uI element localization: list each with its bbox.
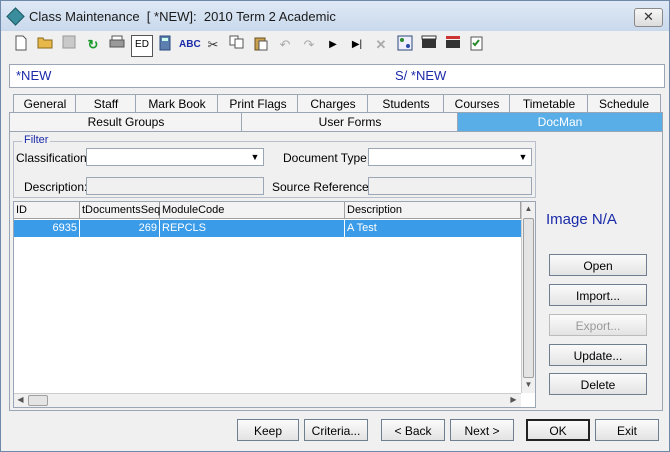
source-reference-label: Source Reference: bbox=[272, 180, 373, 194]
delete-button[interactable]: Delete bbox=[549, 373, 647, 395]
paste-icon[interactable] bbox=[251, 35, 271, 55]
copy-icon[interactable] bbox=[227, 35, 247, 55]
horizontal-scrollbar[interactable]: ◀ ▶ bbox=[14, 393, 521, 407]
exit-button[interactable]: Exit bbox=[595, 419, 659, 441]
document-type-select[interactable]: ▼ bbox=[368, 148, 532, 166]
chevron-down-icon[interactable]: ▼ bbox=[248, 150, 262, 164]
horizontal-scroll-thumb[interactable] bbox=[28, 395, 48, 406]
clapboard-icon[interactable] bbox=[419, 35, 439, 55]
play-icon[interactable]: ▶ bbox=[323, 35, 343, 55]
print-icon[interactable] bbox=[107, 35, 127, 55]
window-title: Class Maintenance [ *NEW]: 2010 Term 2 A… bbox=[29, 9, 336, 24]
source-reference-input[interactable] bbox=[368, 177, 532, 195]
tab-schedule[interactable]: Schedule bbox=[587, 94, 661, 113]
tab-courses[interactable]: Courses bbox=[443, 94, 511, 113]
skip-end-icon[interactable]: ▶| bbox=[347, 35, 367, 55]
column-header-description[interactable]: Description bbox=[345, 202, 521, 219]
record-key-left: *NEW bbox=[16, 68, 52, 83]
redo-icon: ↷ bbox=[303, 37, 315, 52]
next-button[interactable]: Next > bbox=[450, 419, 514, 441]
cell-description: A Test bbox=[347, 222, 377, 234]
record-key-right: S/ *NEW bbox=[395, 68, 447, 83]
toolbar: ↻ ED ABC ✂ ↶ ↷ ▶ ▶| ✕ bbox=[9, 34, 665, 58]
class-maintenance-window: Class Maintenance [ *NEW]: 2010 Term 2 A… bbox=[0, 0, 670, 452]
spellcheck-icon[interactable]: ABC bbox=[179, 35, 201, 55]
delete-icon: ✕ bbox=[375, 37, 387, 52]
keep-button[interactable]: Keep bbox=[237, 419, 299, 441]
open-button[interactable]: Open bbox=[549, 254, 647, 276]
network-icon[interactable] bbox=[395, 35, 415, 55]
vertical-scrollbar[interactable]: ▲ ▼ bbox=[521, 202, 535, 393]
tab-docman[interactable]: DocMan bbox=[457, 112, 663, 131]
filter-group: Filter Classification: ▼ Document Type: … bbox=[13, 134, 536, 198]
classification-select[interactable]: ▼ bbox=[86, 148, 264, 166]
import-button[interactable]: Import... bbox=[549, 284, 647, 306]
film-icon[interactable] bbox=[443, 35, 463, 55]
image-preview-placeholder: Image N/A bbox=[546, 211, 617, 228]
edit-icon[interactable]: ED bbox=[131, 35, 153, 57]
description-input[interactable] bbox=[86, 177, 264, 195]
close-icon: ✕ bbox=[643, 9, 654, 24]
column-header-tdocumentsseq[interactable]: tDocumentsSeq bbox=[80, 202, 160, 219]
export-button: Export... bbox=[549, 314, 647, 336]
tab-students[interactable]: Students bbox=[367, 94, 445, 113]
scroll-down-icon[interactable]: ▼ bbox=[522, 380, 535, 389]
docman-panel: Filter Classification: ▼ Document Type: … bbox=[9, 131, 663, 411]
column-header-id[interactable]: ID bbox=[14, 202, 80, 219]
scroll-up-icon[interactable]: ▲ bbox=[522, 204, 535, 213]
tab-staff[interactable]: Staff bbox=[75, 94, 137, 113]
tab-timetable[interactable]: Timetable bbox=[509, 94, 589, 113]
cut-icon[interactable]: ✂ bbox=[203, 35, 223, 55]
document-type-label: Document Type: bbox=[283, 151, 371, 165]
tab-print-flags[interactable]: Print Flags bbox=[217, 94, 299, 113]
update-button[interactable]: Update... bbox=[549, 344, 647, 366]
calculator-icon[interactable] bbox=[155, 35, 175, 55]
checklist-icon[interactable] bbox=[467, 35, 487, 55]
table-row[interactable]: 6935 269 REPCLS A Test bbox=[14, 220, 521, 237]
title-bar: Class Maintenance [ *NEW]: 2010 Term 2 A… bbox=[1, 1, 669, 31]
chevron-down-icon[interactable]: ▼ bbox=[516, 150, 530, 164]
criteria-button[interactable]: Criteria... bbox=[304, 419, 368, 441]
refresh-icon[interactable]: ↻ bbox=[83, 35, 103, 55]
undo-icon: ↶ bbox=[279, 37, 291, 52]
app-icon bbox=[6, 7, 25, 26]
cell-id: 6935 bbox=[14, 220, 80, 237]
tab-general[interactable]: General bbox=[13, 94, 77, 113]
vertical-scroll-thumb[interactable] bbox=[523, 218, 534, 378]
cell-module: REPCLS bbox=[160, 220, 345, 237]
record-indicator-bar: *NEW S/ *NEW bbox=[9, 64, 665, 88]
open-folder-icon[interactable] bbox=[35, 35, 55, 55]
description-label: Description: bbox=[24, 180, 88, 194]
column-header-modulecode[interactable]: ModuleCode bbox=[160, 202, 345, 219]
documents-grid: ID tDocumentsSeq ModuleCode Description … bbox=[13, 201, 536, 408]
scroll-right-icon[interactable]: ▶ bbox=[507, 395, 520, 404]
tab-mark-book[interactable]: Mark Book bbox=[135, 94, 219, 113]
back-button[interactable]: < Back bbox=[381, 419, 445, 441]
classification-label: Classification: bbox=[16, 151, 91, 165]
filter-title: Filter bbox=[22, 134, 51, 146]
ok-button[interactable]: OK bbox=[526, 419, 590, 441]
save-icon bbox=[59, 35, 79, 55]
cell-seq: 269 bbox=[80, 220, 160, 237]
new-document-icon[interactable] bbox=[11, 35, 31, 55]
tab-result-groups[interactable]: Result Groups bbox=[9, 112, 243, 131]
tab-user-forms[interactable]: User Forms bbox=[241, 112, 459, 131]
scroll-left-icon[interactable]: ◀ bbox=[14, 395, 27, 404]
close-button[interactable]: ✕ bbox=[634, 8, 663, 27]
tab-charges[interactable]: Charges bbox=[297, 94, 369, 113]
